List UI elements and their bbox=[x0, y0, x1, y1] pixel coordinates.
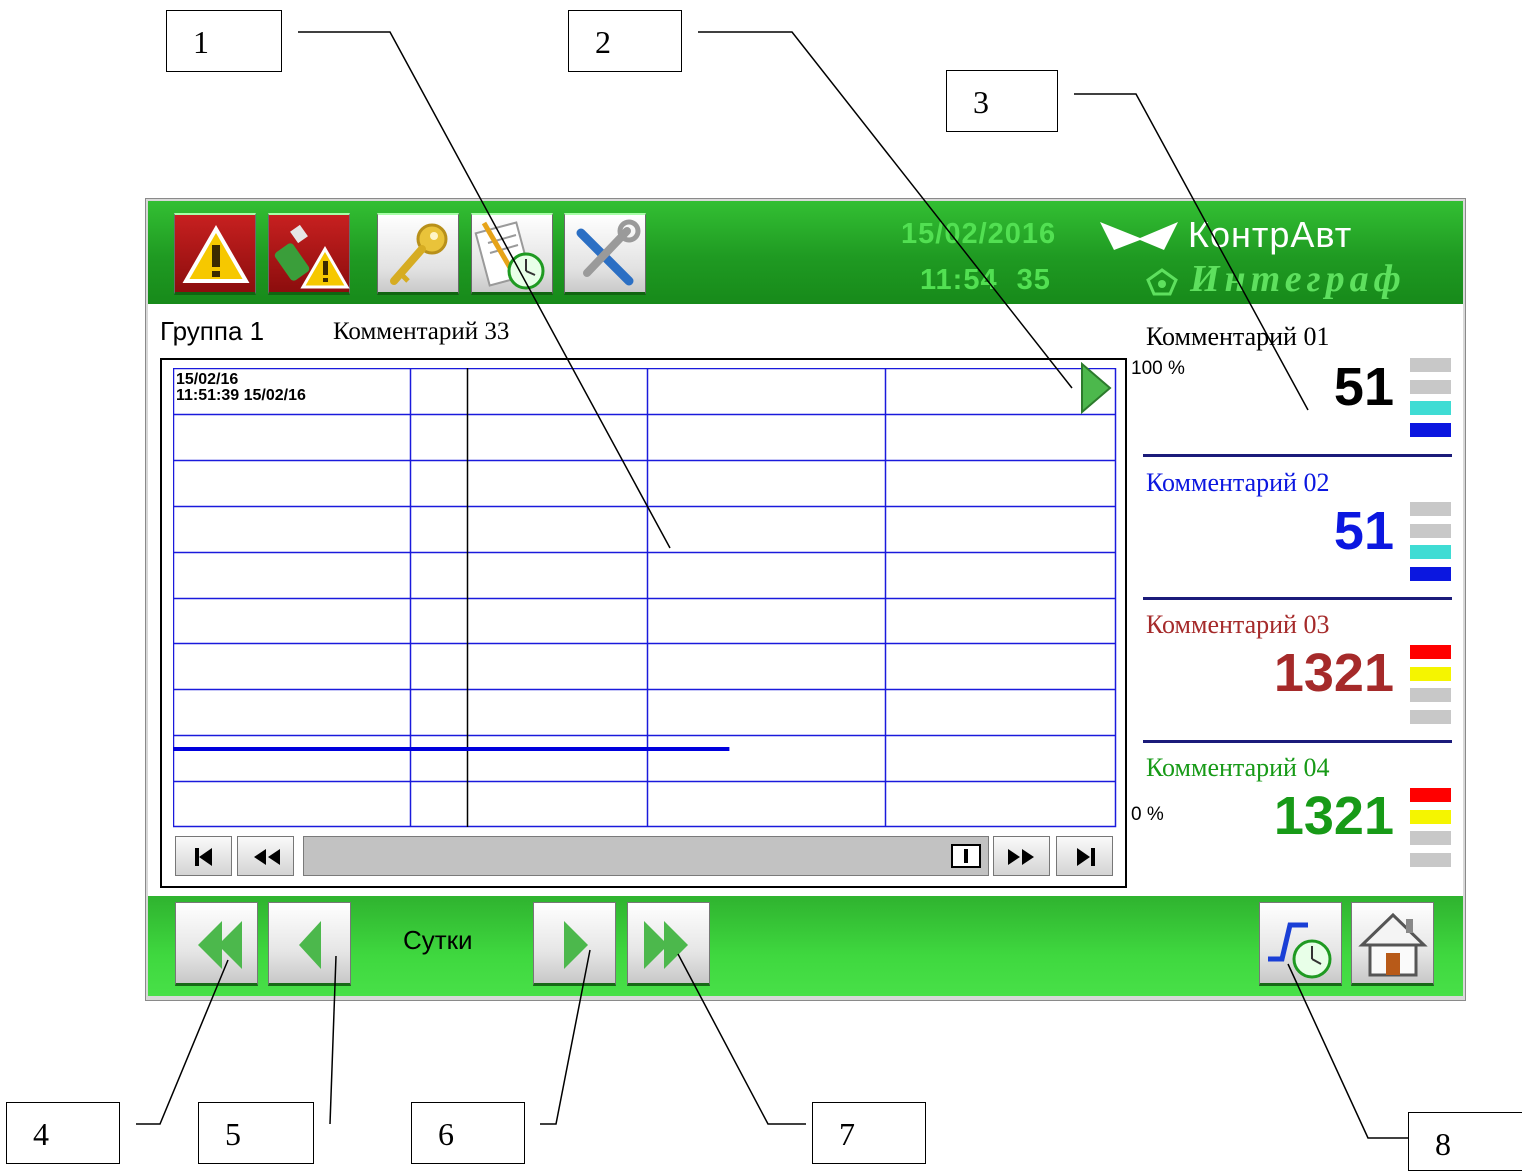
usb-alarm-button[interactable] bbox=[268, 213, 350, 295]
brand-name: КонтрАвт bbox=[1188, 214, 1353, 255]
scroll-forward-button[interactable] bbox=[993, 836, 1050, 876]
level-indicator-segment bbox=[1410, 666, 1451, 681]
chart-scroll-thumb[interactable] bbox=[951, 844, 981, 868]
key-icon bbox=[390, 223, 448, 285]
brand-emblem-icon bbox=[1146, 268, 1178, 296]
channel-1-value: 51 bbox=[1333, 357, 1394, 417]
callout-7: 7 bbox=[812, 1102, 926, 1164]
level-indicator-segment bbox=[1410, 852, 1451, 867]
skip-to-start-icon bbox=[195, 848, 212, 866]
level-indicator-segment bbox=[1410, 566, 1451, 581]
channel-1-label: Комментарий 01 bbox=[1146, 322, 1330, 351]
level-indicator-segment bbox=[1410, 401, 1451, 415]
scroll-back-button[interactable] bbox=[237, 836, 294, 876]
skip-to-end-icon bbox=[1077, 848, 1095, 866]
group-title: Группа 1 bbox=[160, 316, 265, 346]
left-arrow-icon bbox=[299, 921, 321, 969]
level-indicator-segment bbox=[1410, 502, 1451, 516]
chart-scroll-track[interactable] bbox=[303, 836, 989, 876]
group-comment: Комментарий 33 bbox=[333, 318, 510, 345]
level-indicator-segment bbox=[1410, 422, 1451, 437]
settings-button[interactable] bbox=[564, 213, 646, 295]
scale-min-label: 0 % bbox=[1131, 804, 1164, 825]
header-date: 15/02/2016 bbox=[901, 218, 1057, 250]
home-icon bbox=[1358, 912, 1428, 977]
channel-separator bbox=[1143, 597, 1452, 600]
period-prev-button[interactable] bbox=[268, 902, 351, 986]
timestamp-date: 15/02/16 bbox=[176, 371, 239, 388]
channel-3-value: 1321 bbox=[1273, 643, 1394, 703]
level-indicator-segment bbox=[1410, 688, 1451, 702]
double-left-arrow-icon bbox=[198, 921, 242, 969]
level-indicator-segment bbox=[1410, 523, 1451, 538]
callout-2: 2 bbox=[568, 10, 682, 72]
callout-5: 5 bbox=[198, 1102, 314, 1164]
level-indicator-segment bbox=[1410, 831, 1451, 845]
level-indicator-segment bbox=[1410, 379, 1451, 394]
rewind-icon bbox=[254, 849, 280, 865]
journal-button[interactable] bbox=[471, 213, 553, 295]
level-indicator-segment bbox=[1410, 358, 1451, 372]
journal-clock-icon bbox=[474, 221, 545, 290]
channel-2-value: 51 bbox=[1333, 501, 1394, 561]
alarm-icon bbox=[182, 224, 250, 283]
usb-alarm-icon bbox=[274, 224, 350, 289]
channel-4-value: 1321 bbox=[1273, 786, 1394, 846]
level-indicator-segment bbox=[1410, 545, 1451, 559]
channel-4-label: Комментарий 04 bbox=[1146, 753, 1330, 782]
fast-forward-icon bbox=[1008, 849, 1034, 865]
chart-plot-border bbox=[173, 368, 1117, 828]
channel-2-label: Комментарий 02 bbox=[1146, 468, 1330, 497]
channel-separator bbox=[1143, 454, 1452, 457]
chart-play-button[interactable] bbox=[1078, 362, 1112, 414]
period-first-button[interactable] bbox=[175, 902, 258, 986]
right-arrow-icon bbox=[564, 921, 588, 969]
level-indicator-segment bbox=[1410, 788, 1451, 802]
double-right-arrow-icon bbox=[644, 921, 688, 969]
callout-6: 6 bbox=[411, 1102, 525, 1164]
period-next-button[interactable] bbox=[533, 902, 616, 986]
trend-history-button[interactable] bbox=[1259, 902, 1342, 986]
callout-4: 4 bbox=[6, 1102, 120, 1164]
trend-plot bbox=[173, 368, 1117, 828]
header-time: 11:54 35 bbox=[920, 264, 1051, 296]
brand-logo-icon bbox=[1100, 222, 1178, 250]
scroll-last-button[interactable] bbox=[1056, 836, 1113, 876]
channel-3-label: Комментарий 03 bbox=[1146, 610, 1330, 639]
channel-separator bbox=[1143, 740, 1452, 743]
brand-product: Интеграф bbox=[1190, 258, 1406, 300]
callout-1: 1 bbox=[166, 10, 282, 72]
alarm-button[interactable] bbox=[174, 213, 256, 295]
chart-grid bbox=[173, 368, 1117, 828]
timestamp-time: 11:51:39 15/02/16 bbox=[176, 387, 306, 404]
scroll-first-button[interactable] bbox=[175, 836, 232, 876]
home-button[interactable] bbox=[1351, 902, 1434, 986]
trend-clock-icon bbox=[1268, 922, 1332, 979]
callout-8: 8 bbox=[1408, 1112, 1522, 1171]
level-indicator-segment bbox=[1410, 645, 1451, 659]
callout-3: 3 bbox=[946, 70, 1058, 132]
scale-max-label: 100 % bbox=[1131, 358, 1185, 379]
level-indicator-segment bbox=[1410, 809, 1451, 824]
period-last-button[interactable] bbox=[627, 902, 710, 986]
chart-timestamp: 15/02/16 11:51:39 15/02/16 bbox=[176, 372, 306, 404]
period-label: Сутки bbox=[403, 925, 473, 955]
level-indicator-segment bbox=[1410, 709, 1451, 724]
access-key-button[interactable] bbox=[377, 213, 459, 295]
settings-tools-icon bbox=[576, 219, 641, 286]
